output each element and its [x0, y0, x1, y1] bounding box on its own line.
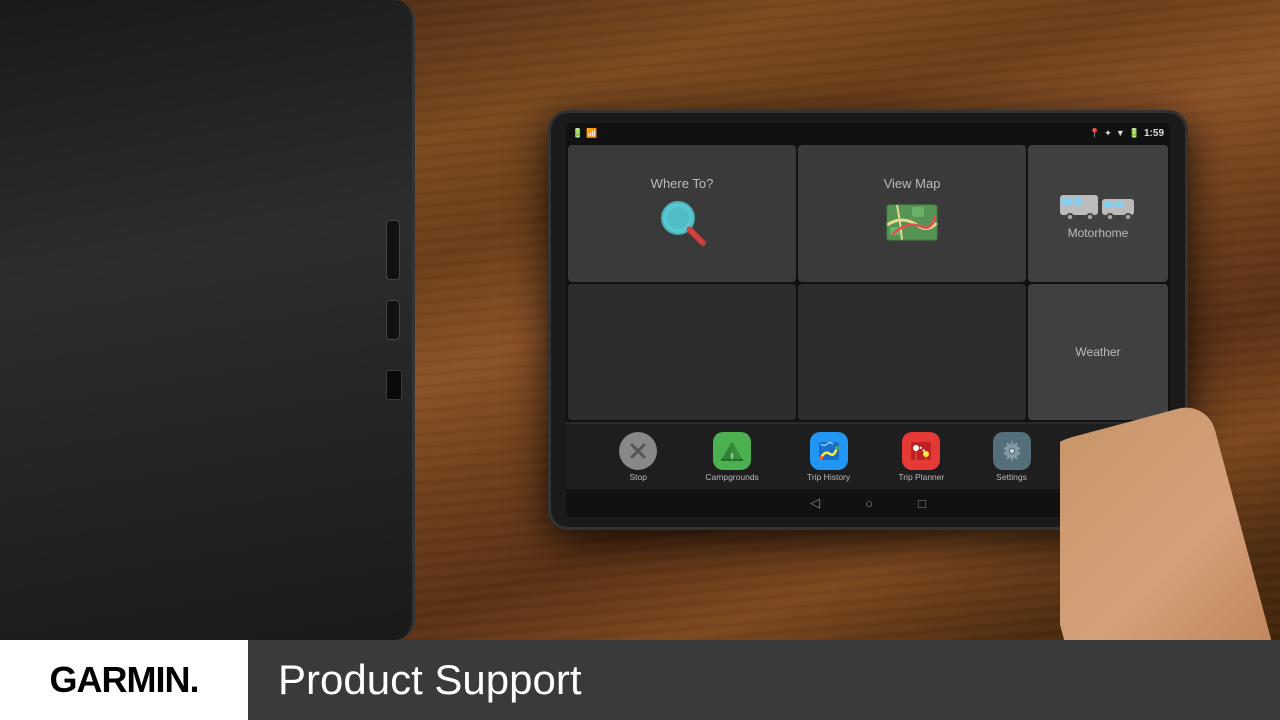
weather-label: Weather	[1075, 345, 1120, 359]
status-bar: 🔋 📶 📍 ✦ ▼ 🔋 1:59	[566, 123, 1170, 143]
trip-planner-icon-box	[902, 432, 940, 470]
stop-label: Stop	[629, 472, 647, 482]
trip-planner-button[interactable]: Trip Planner	[898, 432, 944, 482]
location-icon: 📍	[1089, 128, 1100, 139]
settings-icon	[999, 438, 1025, 464]
garmin-logo: GARMIN.	[50, 659, 199, 701]
stop-icon-box	[619, 432, 657, 470]
home-button[interactable]: ○	[865, 496, 873, 511]
motorhome-button[interactable]: Motorhome	[1028, 145, 1168, 282]
bluetooth-icon: ✦	[1104, 128, 1112, 139]
bottom-bar: GARMIN. Product Support	[0, 640, 1280, 720]
left-device	[0, 0, 415, 640]
battery-full-icon: 🔋	[1129, 128, 1140, 139]
trip-history-icon	[816, 438, 842, 464]
battery-icon: 🔋	[572, 128, 583, 139]
settings-icon-box	[993, 432, 1031, 470]
where-to-label: Where To?	[651, 176, 714, 191]
motorhome-icon	[1058, 187, 1138, 222]
wifi-icon: ▼	[1116, 128, 1125, 138]
magnifier-icon	[655, 195, 710, 250]
view-map-button[interactable]: View Map	[798, 145, 1026, 282]
trip-history-icon-box	[810, 432, 848, 470]
campgrounds-icon	[719, 438, 745, 464]
right-hand	[1060, 401, 1280, 640]
stop-button[interactable]: Stop	[619, 432, 657, 482]
campgrounds-icon-box	[713, 432, 751, 470]
clock: 1:59	[1144, 128, 1164, 139]
campgrounds-button[interactable]: Campgrounds	[705, 432, 758, 482]
trip-planner-icon	[908, 438, 934, 464]
main-grid: Where To? View Map	[568, 145, 1026, 420]
status-left-icons: 🔋 📶	[572, 128, 597, 139]
device-button-2	[386, 300, 400, 340]
device-button-1	[386, 220, 400, 280]
view-map-label: View Map	[884, 176, 941, 191]
trip-history-label: Trip History	[807, 472, 850, 482]
settings-button[interactable]: Settings	[993, 432, 1031, 482]
device-port	[386, 370, 402, 400]
garmin-logo-area: GARMIN.	[0, 640, 248, 720]
signal-icon: 📶	[586, 128, 597, 139]
recent-button[interactable]: □	[918, 496, 926, 511]
product-support-text: Product Support	[278, 656, 582, 704]
bottom-left-cell	[568, 284, 796, 421]
campgrounds-label: Campgrounds	[705, 472, 758, 482]
bottom-right-cell	[798, 284, 1026, 421]
stop-icon	[627, 440, 649, 462]
status-right-icons: 📍 ✦ ▼ 🔋 1:59	[1089, 128, 1164, 139]
motorhome-label: Motorhome	[1068, 226, 1129, 240]
settings-label: Settings	[996, 472, 1027, 482]
trip-history-button[interactable]: Trip History	[807, 432, 850, 482]
trip-planner-label: Trip Planner	[898, 472, 944, 482]
map-icon	[882, 195, 942, 250]
where-to-button[interactable]: Where To?	[568, 145, 796, 282]
back-button[interactable]: ◁	[810, 495, 820, 511]
right-hand-area	[1060, 360, 1280, 640]
